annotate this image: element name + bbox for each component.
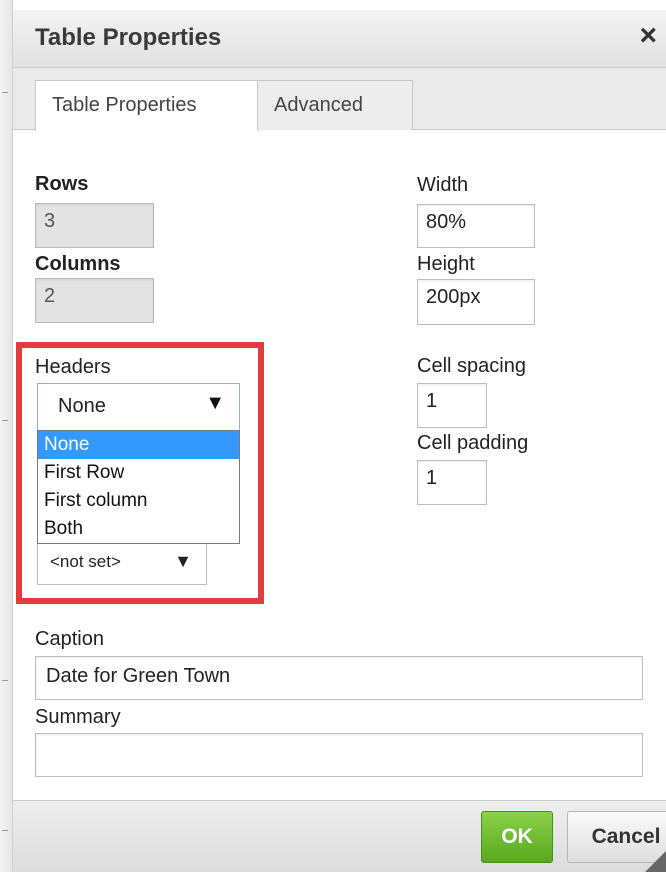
summary-label: Summary <box>35 706 121 728</box>
background-page-edge <box>0 0 12 872</box>
headers-option-first-row[interactable]: First Row <box>38 459 239 487</box>
width-input[interactable]: 80% <box>417 204 535 248</box>
cell-padding-label: Cell padding <box>417 432 529 454</box>
tab-strip: Table Properties Advanced <box>13 68 666 131</box>
ok-button[interactable]: OK <box>481 811 553 863</box>
headers-select[interactable]: None ▼ <box>37 383 240 431</box>
height-label: Height <box>417 253 475 275</box>
dialog-title: Table Properties <box>35 24 222 51</box>
chevron-down-icon: ▼ <box>174 551 192 571</box>
border-select[interactable]: <not set> ▼ <box>37 540 207 585</box>
caption-label: Caption <box>35 628 104 650</box>
rows-input[interactable]: 3 <box>35 203 154 248</box>
edge-mark <box>2 420 8 421</box>
width-label: Width <box>417 174 469 196</box>
close-icon[interactable]: × <box>639 20 657 52</box>
cell-padding-input[interactable]: 1 <box>417 460 487 505</box>
headers-option-both[interactable]: Both <box>38 515 239 543</box>
headers-option-first-column[interactable]: First column <box>38 487 239 515</box>
columns-label: Columns <box>35 253 121 275</box>
columns-input[interactable]: 2 <box>35 278 154 323</box>
rows-label: Rows <box>35 173 89 195</box>
headers-label: Headers <box>35 356 111 378</box>
dialog-titlebar[interactable]: Table Properties × <box>13 10 666 68</box>
edge-mark <box>2 830 8 831</box>
tab-table-properties[interactable]: Table Properties <box>35 80 259 131</box>
cell-spacing-input[interactable]: 1 <box>417 383 487 428</box>
headers-option-none[interactable]: None <box>38 431 239 459</box>
table-properties-dialog: Table Properties × Table Properties Adva… <box>12 0 666 872</box>
tab-advanced[interactable]: Advanced <box>257 80 413 130</box>
border-select-value: <not set> <box>50 552 121 571</box>
edge-mark <box>2 92 8 93</box>
height-input[interactable]: 200px <box>417 279 535 325</box>
headers-dropdown-list: None First Row First column Both <box>37 430 240 544</box>
chevron-down-icon: ▼ <box>205 392 225 414</box>
caption-input[interactable]: Date for Green Town <box>35 656 643 700</box>
dialog-footer: OK Cancel <box>13 800 666 872</box>
edge-mark <box>2 680 8 681</box>
resize-handle-icon[interactable] <box>645 850 666 872</box>
summary-input[interactable] <box>35 733 643 777</box>
headers-select-value: None <box>58 395 106 417</box>
cell-spacing-label: Cell spacing <box>417 355 526 377</box>
